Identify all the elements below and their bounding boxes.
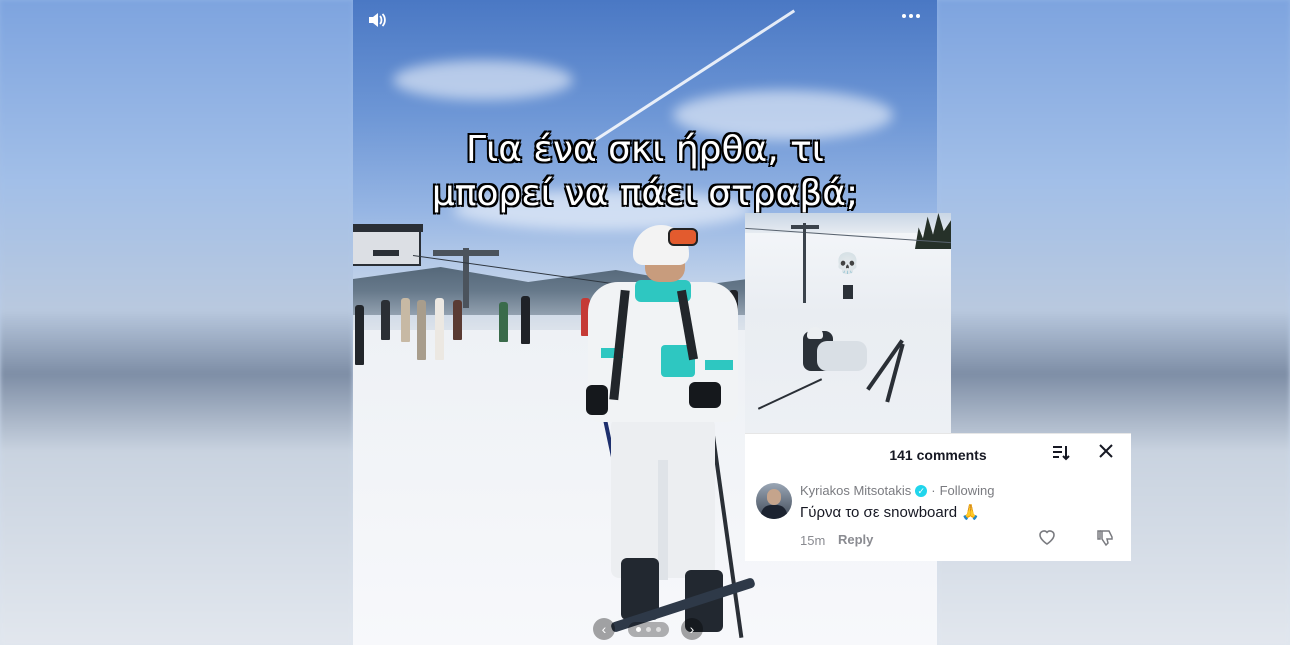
- skull-emoji: 💀: [835, 253, 860, 275]
- caption-line-1: Για ένα σκι ήρθα, τι: [465, 128, 825, 171]
- following-label: Following: [939, 483, 995, 498]
- inset-helmet: [807, 327, 823, 339]
- comments-count-title: 141 comments: [889, 447, 987, 463]
- comment-header: Kyriakos Mitsotakis ✓ · Following: [800, 483, 995, 498]
- inset-fallen-skier: [817, 341, 867, 371]
- carousel-dots: [627, 621, 669, 637]
- thumbs-down-icon[interactable]: [1097, 529, 1115, 552]
- post-caption: Για ένα σκι ήρθα, τι μπορεί να πάει στρα…: [353, 128, 937, 216]
- glove-right: [689, 382, 721, 408]
- skier-in-crowd: [453, 300, 462, 340]
- more-options-icon[interactable]: [901, 6, 921, 32]
- pants-shadow: [658, 460, 668, 580]
- comment-username[interactable]: Kyriakos Mitsotakis: [800, 483, 911, 498]
- comment-timestamp: 15m: [800, 533, 826, 548]
- carousel-controls: ‹ ›: [593, 617, 703, 641]
- close-icon[interactable]: [1097, 442, 1115, 466]
- skier-in-crowd: [401, 298, 410, 342]
- cloud: [393, 60, 573, 100]
- carousel-prev-button[interactable]: ‹: [593, 618, 615, 640]
- glove-left: [586, 385, 608, 415]
- carousel-next-button[interactable]: ›: [681, 618, 703, 640]
- comment-text: Γύρνα το σε snowboard 🙏: [800, 504, 980, 521]
- carousel-dot[interactable]: [635, 626, 641, 632]
- speaker-icon[interactable]: [367, 10, 387, 36]
- avatar[interactable]: [756, 483, 792, 519]
- sleeve-band-right: [705, 360, 733, 370]
- background-blur-left: [0, 0, 353, 645]
- comments-panel: 141 comments Kyriakos Mitsotakis ✓ · Fol…: [745, 433, 1131, 561]
- heart-icon[interactable]: [1037, 528, 1057, 551]
- carousel-dot[interactable]: [655, 626, 661, 632]
- inset-photo: 💀: [745, 213, 951, 433]
- skier-in-crowd: [499, 302, 508, 342]
- lift-station: [353, 224, 423, 266]
- verified-badge-icon: ✓: [915, 484, 928, 497]
- skier-in-crowd: [355, 305, 364, 365]
- sort-icon[interactable]: [1051, 443, 1071, 468]
- skier-in-crowd: [435, 298, 444, 360]
- carousel-dot[interactable]: [645, 626, 651, 632]
- inset-lift-tower: [803, 223, 806, 303]
- reply-button[interactable]: Reply: [838, 532, 873, 547]
- separator-dot: ·: [931, 483, 936, 498]
- ski-goggles: [668, 228, 698, 246]
- skier-in-crowd: [521, 296, 530, 344]
- inset-distant-people: [843, 285, 853, 299]
- inset-ski-pole: [757, 378, 823, 410]
- skier-in-crowd: [417, 300, 426, 360]
- skier-in-crowd: [381, 300, 390, 340]
- caption-line-2: μπορεί να πάει στραβά;: [431, 172, 859, 215]
- lift-tower: [463, 248, 469, 308]
